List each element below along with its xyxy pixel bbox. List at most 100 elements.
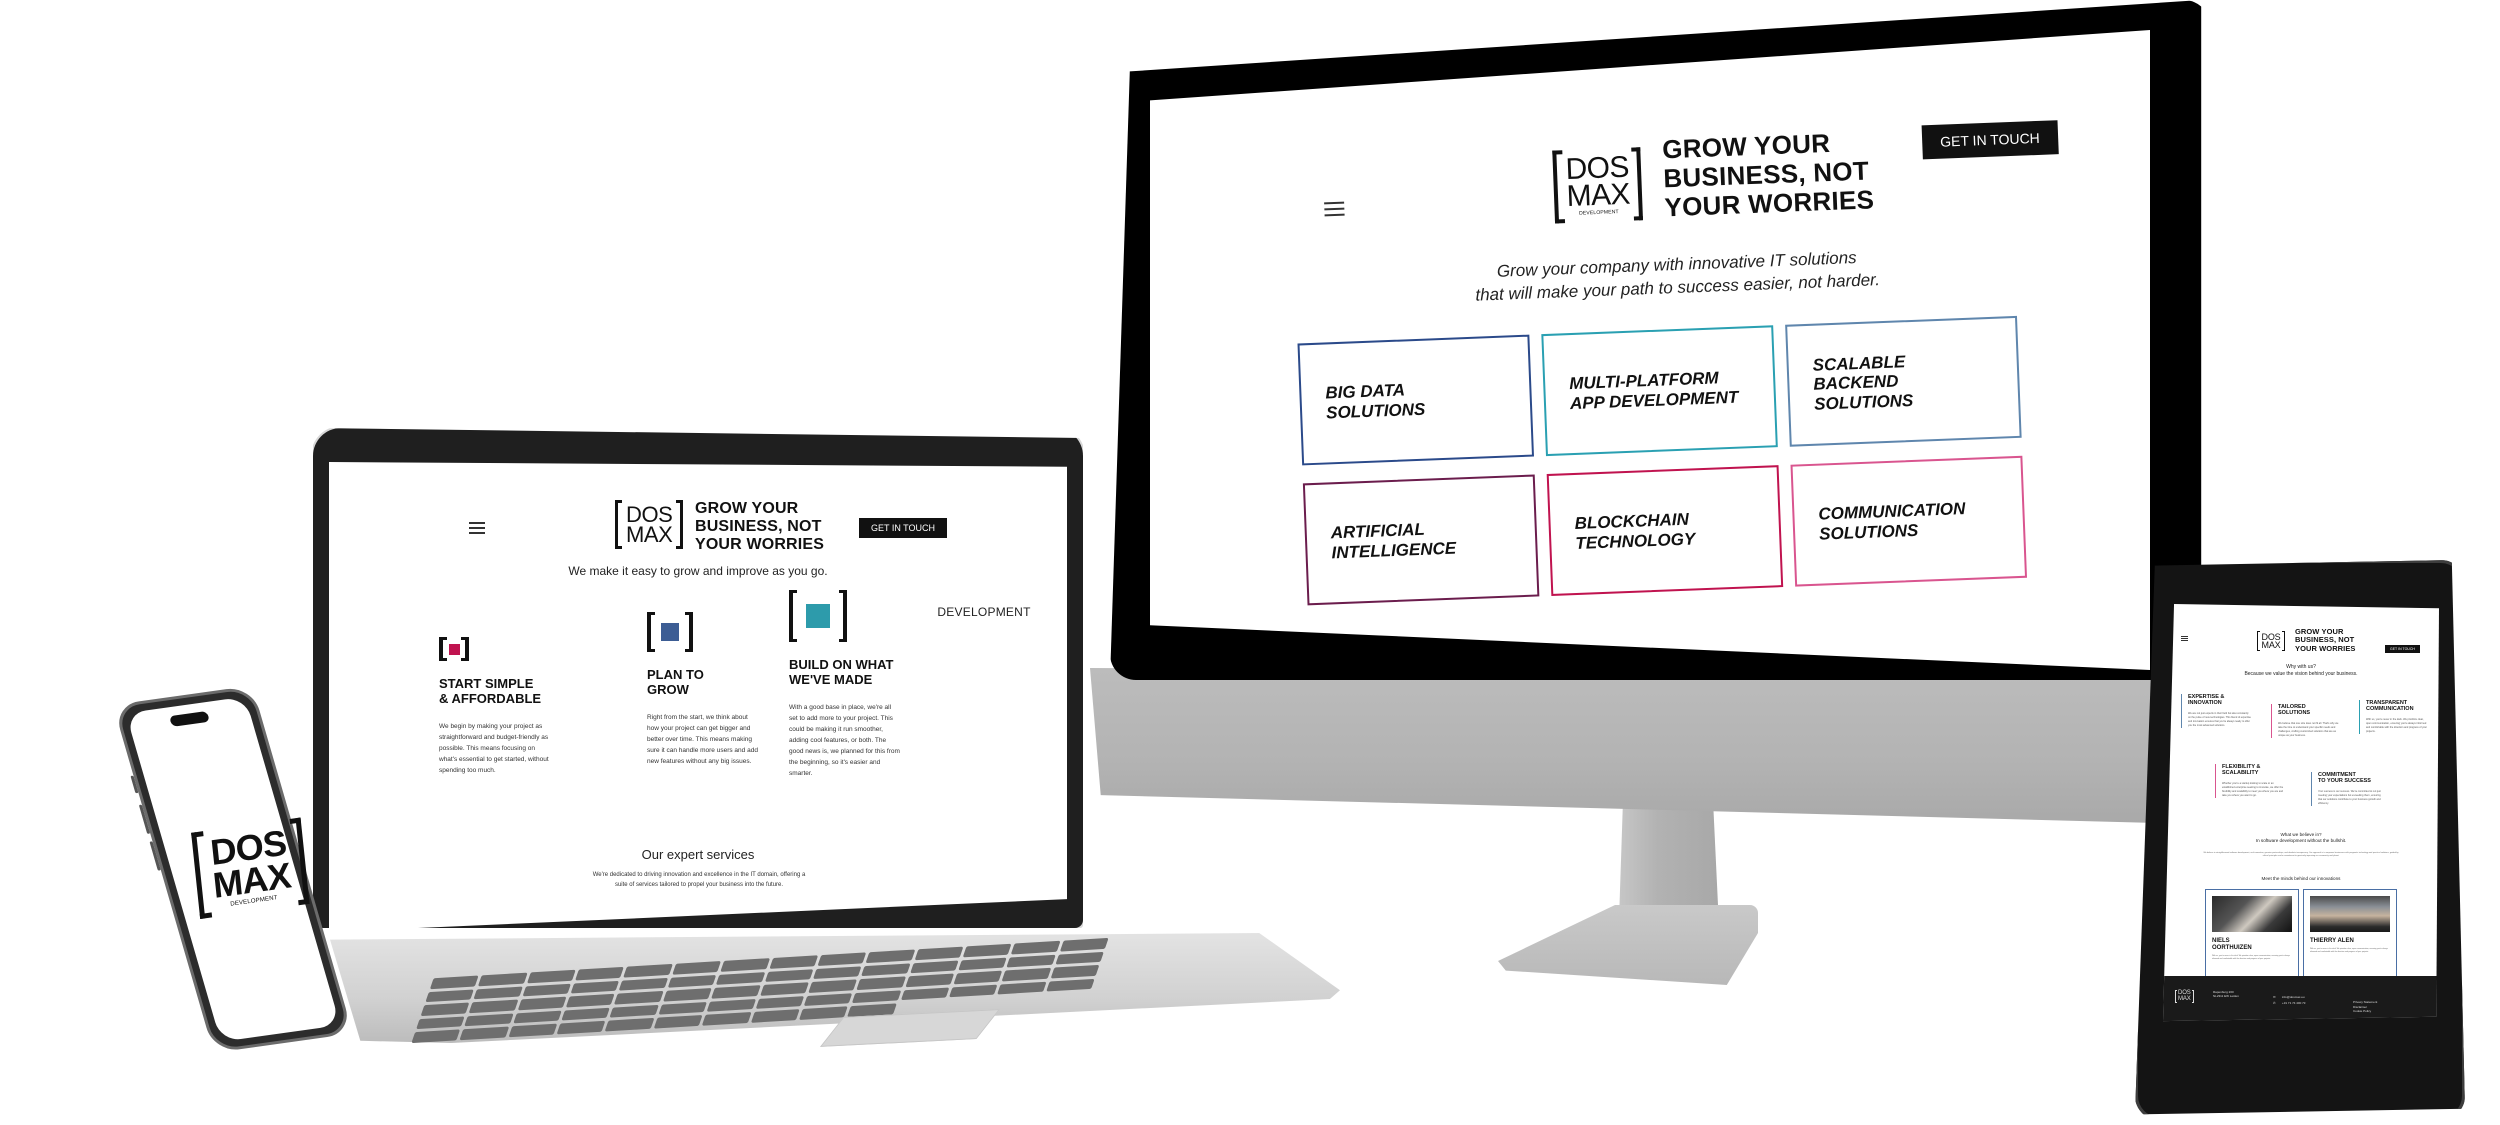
team-member-card[interactable]: NIELS OORTHUIZEN With us, you're never in … [2205, 889, 2299, 984]
footer-logo[interactable]: DOS MAX [2175, 990, 2194, 1004]
get-in-touch-button[interactable]: GET IN TOUCH [1921, 120, 2059, 160]
logo-word-max: MAX [626, 521, 673, 547]
dosmax-splash-logo: DOS MAX DEVELOPMENT [191, 817, 310, 920]
privacy-statement-link[interactable]: Privacy Statement [2353, 1000, 2377, 1004]
believe-line: In software development without the bull… [2255, 838, 2347, 844]
pillar-body: We are not just experts in their field b… [2188, 711, 2251, 727]
keyboard-key [865, 949, 915, 963]
service-card[interactable]: BLOCKCHAIN TECHNOLOGY [1546, 465, 1784, 596]
disclaimer-link[interactable]: Disclaimer [2353, 1005, 2367, 1009]
feature-title: START SIMPLE & AFFORDABLE [439, 676, 609, 707]
keyboard-key [662, 988, 712, 1002]
hamburger-icon[interactable] [1324, 201, 1345, 217]
pillar-body: Your success is our success. We're commi… [2318, 789, 2381, 805]
keyboard-key [997, 981, 1047, 995]
team-member-photo [2310, 896, 2390, 932]
keyboard-key [672, 961, 722, 975]
value-pillar: COMMITMENT TO YOUR SUCCESS Your success is… [2311, 772, 2381, 806]
hero-subtitle: We make it easy to grow and improve as y… [568, 564, 828, 578]
keyboard-key [764, 968, 814, 983]
pillar-title-line: INNOVATION [2188, 700, 2222, 707]
service-card[interactable]: MULTI-PLATFORM APP DEVELOPMENT [1541, 325, 1778, 457]
service-card-title: BIG DATA SOLUTIONS [1325, 380, 1426, 423]
dosmax-logo[interactable]: DOS MAX DEVELOPMENT [1552, 147, 1644, 224]
name-line: THIERRY ALEN [2310, 938, 2354, 944]
service-title-line: TECHNOLOGY [1575, 529, 1696, 554]
keyboard-key [575, 966, 625, 981]
value-pillar: FLEXIBILITY & SCALABILITY Whether you're a… [2215, 764, 2285, 798]
headline-line: YOUR WORRIES [695, 535, 825, 553]
service-card-title: MULTI-PLATFORM APP DEVELOPMENT [1569, 368, 1739, 414]
hamburger-icon[interactable] [469, 522, 485, 534]
phone-icon: ✆ [2273, 1001, 2276, 1005]
pillar-body: With us, you're never in the dark. We pr… [2366, 717, 2428, 733]
team-member-bio: With us, you're never in the dark. We pr… [2212, 954, 2290, 960]
keyboard-key [1001, 967, 1051, 982]
team-member-name: THIERRY ALEN [2310, 938, 2390, 945]
keyboard-key [962, 943, 1012, 957]
keyboard-key [905, 973, 955, 988]
keyboard-key [1045, 978, 1095, 992]
feature-title-line: WE'VE MADE [789, 671, 873, 687]
pillar-title-line: TO YOUR SUCCESS [2318, 778, 2371, 785]
keyboard-key [900, 987, 950, 1001]
headline-line: BUSINESS, NOT [695, 517, 822, 535]
keyboard-key [769, 955, 819, 969]
footer-legal-links: Privacy Statement Disclaimer Cookie Poli… [2353, 1000, 2377, 1014]
keyboard-key [958, 957, 1008, 971]
feature-title-line: BUILD ON WHAT [789, 657, 894, 672]
phone-volume-down-button [149, 841, 161, 871]
pillar-body: Whether you're a startup looking to scal… [2222, 781, 2284, 797]
phone-side-button [130, 775, 139, 794]
feature-title: BUILD ON WHAT WE'VE MADE [789, 657, 959, 688]
keyboard-key [909, 960, 959, 974]
hero-tagline: Grow your company with innovative IT sol… [1397, 243, 1958, 310]
get-in-touch-button[interactable]: GET IN TOUCH [859, 518, 948, 538]
monitor-stand-foot [1498, 905, 1758, 985]
dynamic-island [169, 710, 210, 727]
why-us-heading: Why with us? Because we value the vision… [2163, 664, 2439, 678]
service-card-title: SCALABLE BACKEND SOLUTIONS [1812, 352, 1913, 414]
keyboard-key [570, 980, 620, 994]
keyboard-key [512, 1010, 562, 1024]
dosmax-logo[interactable]: DOS MAX DEVELOPMENT [615, 500, 1030, 618]
keyboard-key [614, 991, 664, 1005]
dosmax-logo[interactable]: DOS MAX [2257, 631, 2285, 652]
footer-email-link[interactable]: info@dosmax.eu [2282, 995, 2305, 999]
phone-body: DOS MAX DEVELOPMENT [113, 685, 353, 1053]
keyboard-key [1059, 937, 1109, 952]
keyboard-key [817, 952, 867, 966]
keyboard-key [623, 963, 673, 978]
value-pillar: TRANSPARENT COMMUNICATION With us, you're … [2359, 700, 2429, 734]
believe-heading: What we believe in? In software developm… [2163, 832, 2439, 845]
value-pillar: TAILORED SOLUTIONS We believe that one siz… [2271, 704, 2341, 738]
pillar-title-line: SOLUTIONS [2278, 710, 2311, 717]
service-card[interactable]: SCALABLE BACKEND SOLUTIONS [1785, 315, 2022, 447]
footer-address: Rapenburg 200 NL2311 EW Leiden [2213, 990, 2239, 998]
logo-word-max: MAX [2178, 995, 2191, 1002]
hamburger-icon[interactable] [2181, 636, 2188, 641]
keyboard-key [914, 946, 964, 960]
team-member-card[interactable]: THIERRY ALEN With us, you're never in the… [2303, 889, 2397, 984]
pillar-title-line: COMMUNICATION [2366, 706, 2414, 713]
logo-word-max: MAX [210, 853, 293, 906]
footer-contact: ✉ info@dosmax.eu ✆ +31 71 74 400 73 [2273, 994, 2305, 1006]
keyboard-key [715, 971, 765, 986]
keyboard-key [1050, 965, 1100, 979]
keyboard-key [478, 972, 528, 986]
get-in-touch-button[interactable]: GET IN TOUCH [2385, 645, 2420, 653]
service-card[interactable]: COMMUNICATION SOLUTIONS [1790, 455, 2028, 587]
tablet-mockup: DOS MAX GROW YOUR BUSINESS, NOT YOUR WOR… [2135, 560, 2465, 1120]
phone-volume-up-button [138, 804, 151, 834]
keyboard-key [706, 998, 756, 1013]
keyboard-key [561, 1007, 611, 1021]
service-title-line: SOLUTIONS [1325, 399, 1426, 423]
pillar-body: We believe that one size does not fit al… [2278, 721, 2339, 737]
believe-body: We believe in straightforward software d… [2203, 852, 2399, 858]
footer-phone-link[interactable]: +31 71 74 400 73 [2282, 1001, 2305, 1005]
pillar-title: FLEXIBILITY & SCALABILITY [2222, 764, 2285, 777]
pillar-title: TRANSPARENT COMMUNICATION [2366, 700, 2429, 713]
keyboard-key [759, 982, 809, 996]
cookie-policy-link[interactable]: Cookie Policy [2353, 1009, 2371, 1013]
feature-title-line: & AFFORDABLE [439, 690, 542, 706]
